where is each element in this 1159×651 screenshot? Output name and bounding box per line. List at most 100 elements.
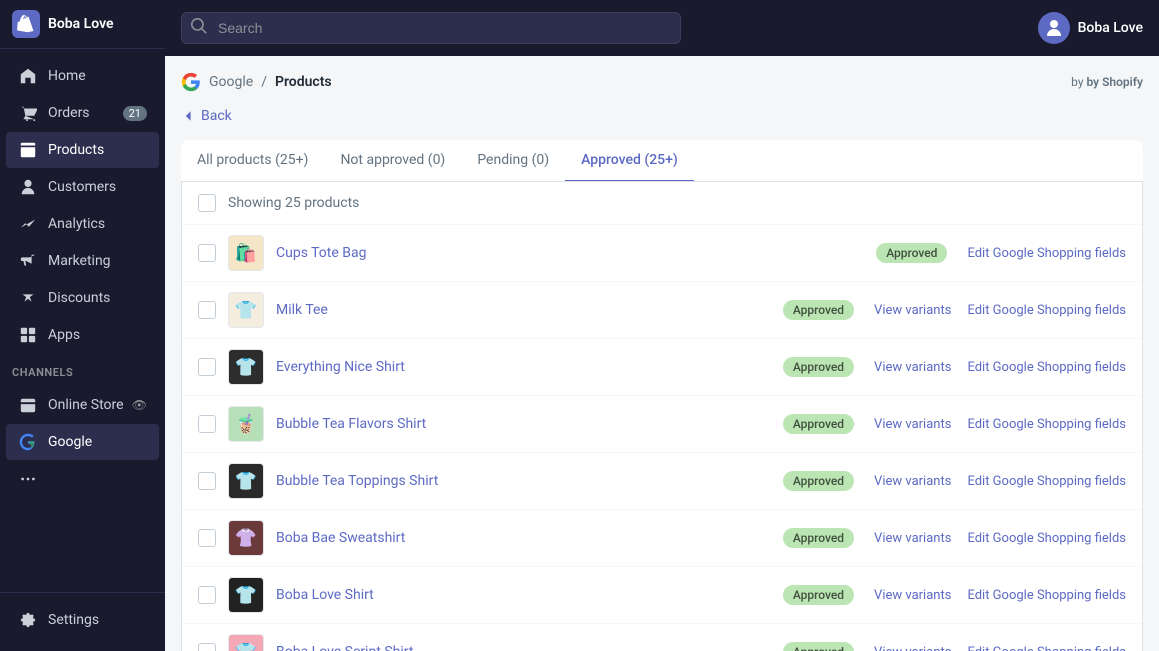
sidebar-item-discounts[interactable]: Discounts [6,280,159,316]
sidebar-label-online-store: Online Store [48,397,124,413]
view-variants-link-2[interactable]: View variants [874,360,951,375]
edit-link-1[interactable]: Edit Google Shopping fields [967,303,1126,318]
search-input[interactable] [181,12,681,44]
row-actions-3: View variants Edit Google Shopping field… [874,417,1126,432]
content-area: Google / Products by by Shopify Back All… [165,56,1159,651]
breadcrumb: Google / Products [181,72,332,92]
table-row: 👕 Everything Nice Shirt Approved View va… [182,339,1142,396]
view-variants-link-3[interactable]: View variants [874,417,951,432]
tab-all-products[interactable]: All products (25+) [181,140,324,182]
product-name-0[interactable]: Cups Tote Bag [276,245,864,261]
more-actions-button[interactable] [6,461,159,497]
product-thumbnail-7: 👕 [228,634,264,651]
sidebar-label-settings: Settings [48,612,99,628]
product-name-5[interactable]: Boba Bae Sweatshirt [276,530,771,546]
search-bar [181,12,681,44]
tab-approved[interactable]: Approved (25+) [565,140,694,182]
row-checkbox-7[interactable] [198,643,216,651]
row-actions-2: View variants Edit Google Shopping field… [874,360,1126,375]
store-name: Boba Love [48,16,114,32]
marketing-icon [18,251,38,271]
row-actions-7: View variants Edit Google Shopping field… [874,645,1126,651]
back-button[interactable]: Back [181,108,1143,124]
more-icon [18,469,38,489]
row-checkbox-1[interactable] [198,301,216,319]
view-variants-link-1[interactable]: View variants [874,303,951,318]
table-row: 👚 Boba Bae Sweatshirt Approved View vari… [182,510,1142,567]
row-checkbox-6[interactable] [198,586,216,604]
edit-link-3[interactable]: Edit Google Shopping fields [967,417,1126,432]
row-checkbox-5[interactable] [198,529,216,547]
edit-link-5[interactable]: Edit Google Shopping fields [967,531,1126,546]
product-name-6[interactable]: Boba Love Shirt [276,587,771,603]
products-icon [18,140,38,160]
edit-link-0[interactable]: Edit Google Shopping fields [967,246,1126,261]
sidebar-label-customers: Customers [48,179,116,195]
row-actions-0: Edit Google Shopping fields [967,246,1126,261]
edit-link-6[interactable]: Edit Google Shopping fields [967,588,1126,603]
table-row: 👕 Boba Love Script Shirt Approved View v… [182,624,1142,651]
view-variants-link-6[interactable]: View variants [874,588,951,603]
row-checkbox-0[interactable] [198,244,216,262]
view-variants-link-4[interactable]: View variants [874,474,951,489]
shopify-logo [12,10,40,38]
row-checkbox-3[interactable] [198,415,216,433]
sidebar-item-products[interactable]: Products [6,132,159,168]
row-actions-1: View variants Edit Google Shopping field… [874,303,1126,318]
product-name-4[interactable]: Bubble Tea Toppings Shirt [276,473,771,489]
product-name-3[interactable]: Bubble Tea Flavors Shirt [276,416,771,432]
sidebar-item-online-store[interactable]: Online Store 👁 [6,387,159,423]
by-shopify-label: by by Shopify [1071,75,1143,89]
status-badge-2: Approved [783,357,854,377]
product-thumbnail-0: 🛍️ [228,235,264,271]
apps-icon [18,325,38,345]
topbar-right: Boba Love [1038,12,1143,44]
product-thumbnail-3: 🧋 [228,406,264,442]
edit-link-2[interactable]: Edit Google Shopping fields [967,360,1126,375]
product-thumbnail-5: 👚 [228,520,264,556]
sidebar-label-home: Home [48,68,86,84]
select-all-checkbox[interactable] [198,194,216,212]
status-badge-3: Approved [783,414,854,434]
add-channel-button[interactable] [133,362,153,382]
row-checkbox-4[interactable] [198,472,216,490]
sidebar-item-home[interactable]: Home [6,58,159,94]
sidebar-item-google[interactable]: Google [6,424,159,460]
breadcrumb-current: Products [275,74,332,90]
settings-icon [18,610,38,630]
discounts-icon [18,288,38,308]
sidebar-bottom: Settings [0,592,165,651]
sidebar-label-marketing: Marketing [48,253,111,269]
topbar-store-name: Boba Love [1078,20,1143,36]
breadcrumb-parent[interactable]: Google [209,74,253,90]
row-actions-5: View variants Edit Google Shopping field… [874,531,1126,546]
product-name-1[interactable]: Milk Tee [276,302,771,318]
sidebar-item-apps[interactable]: Apps [6,317,159,353]
view-variants-link-5[interactable]: View variants [874,531,951,546]
status-badge-7: Approved [783,642,854,651]
edit-link-4[interactable]: Edit Google Shopping fields [967,474,1126,489]
table-row: 👕 Boba Love Shirt Approved View variants… [182,567,1142,624]
avatar [1038,12,1070,44]
sidebar-item-customers[interactable]: Customers [6,169,159,205]
status-badge-1: Approved [783,300,854,320]
channels-section-header: CHANNELS [0,354,165,386]
table-row: 🛍️ Cups Tote Bag Approved Edit Google Sh… [182,225,1142,282]
product-thumbnail-1: 👕 [228,292,264,328]
row-checkbox-2[interactable] [198,358,216,376]
sidebar-item-marketing[interactable]: Marketing [6,243,159,279]
edit-link-7[interactable]: Edit Google Shopping fields [967,645,1126,651]
topbar: Boba Love [165,0,1159,56]
product-name-7[interactable]: Boba Love Script Shirt [276,644,771,651]
view-variants-link-7[interactable]: View variants [874,645,951,651]
google-channel-icon [18,432,38,452]
sidebar-header: Boba Love [0,0,165,49]
product-name-2[interactable]: Everything Nice Shirt [276,359,771,375]
sidebar-item-orders[interactable]: Orders 21 [6,95,159,131]
tab-pending[interactable]: Pending (0) [461,140,565,182]
sidebar-item-analytics[interactable]: Analytics [6,206,159,242]
tab-not-approved[interactable]: Not approved (0) [324,140,461,182]
products-count: Showing 25 products [228,195,359,211]
sidebar-item-settings[interactable]: Settings [6,602,159,638]
status-badge-4: Approved [783,471,854,491]
